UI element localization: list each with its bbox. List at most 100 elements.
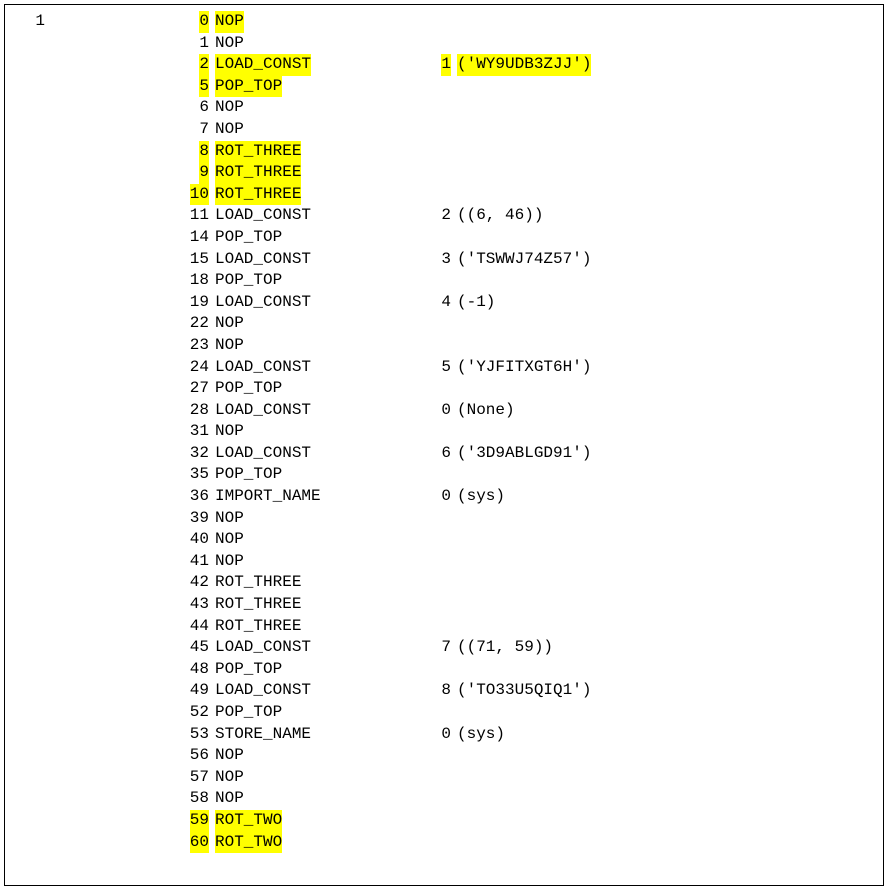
bytecode-row: 58NOP — [15, 788, 873, 810]
bytecode-arg-value: ('3D9ABLGD91') — [457, 443, 873, 465]
bytecode-arg-value — [457, 33, 873, 55]
source-line-number — [15, 184, 45, 206]
bytecode-arg-index — [415, 335, 457, 357]
bytecode-opcode: LOAD_CONST — [215, 400, 415, 422]
bytecode-opcode: NOP — [215, 767, 415, 789]
bytecode-arg-value: ('TO33U5QIQ1') — [457, 680, 873, 702]
bytecode-arg-index — [415, 659, 457, 681]
bytecode-row: 40NOP — [15, 529, 873, 551]
source-line-number — [15, 464, 45, 486]
source-line-number — [15, 702, 45, 724]
bytecode-offset: 48 — [45, 659, 215, 681]
bytecode-row: 9ROT_THREE — [15, 162, 873, 184]
bytecode-offset: 11 — [45, 205, 215, 227]
bytecode-arg-value — [457, 572, 873, 594]
bytecode-arg-value — [457, 421, 873, 443]
bytecode-opcode: ROT_THREE — [215, 616, 415, 638]
bytecode-opcode: ROT_THREE — [215, 184, 415, 206]
bytecode-arg-value: (None) — [457, 400, 873, 422]
bytecode-row: 19LOAD_CONST4(-1) — [15, 292, 873, 314]
bytecode-offset: 2 — [45, 54, 215, 76]
bytecode-row: 27POP_TOP — [15, 378, 873, 400]
bytecode-opcode: NOP — [215, 508, 415, 530]
bytecode-arg-index — [415, 33, 457, 55]
bytecode-offset: 39 — [45, 508, 215, 530]
bytecode-offset: 18 — [45, 270, 215, 292]
bytecode-offset: 32 — [45, 443, 215, 465]
bytecode-opcode: POP_TOP — [215, 464, 415, 486]
bytecode-arg-index: 7 — [415, 637, 457, 659]
source-line-number — [15, 767, 45, 789]
bytecode-opcode: IMPORT_NAME — [215, 486, 415, 508]
bytecode-row: 15LOAD_CONST3('TSWWJ74Z57') — [15, 249, 873, 271]
bytecode-arg-index — [415, 313, 457, 335]
bytecode-opcode: NOP — [215, 335, 415, 357]
source-line-number — [15, 832, 45, 854]
bytecode-arg-index — [415, 184, 457, 206]
bytecode-row: 2LOAD_CONST1('WY9UDB3ZJJ') — [15, 54, 873, 76]
bytecode-row: 28LOAD_CONST0(None) — [15, 400, 873, 422]
bytecode-arg-index — [415, 97, 457, 119]
bytecode-offset: 9 — [45, 162, 215, 184]
bytecode-offset: 23 — [45, 335, 215, 357]
source-line-number — [15, 400, 45, 422]
source-line-number — [15, 141, 45, 163]
bytecode-row: 11LOAD_CONST2((6, 46)) — [15, 205, 873, 227]
bytecode-arg-value — [457, 335, 873, 357]
bytecode-opcode: LOAD_CONST — [215, 205, 415, 227]
bytecode-arg-index — [415, 702, 457, 724]
bytecode-arg-index — [415, 11, 457, 33]
bytecode-offset: 41 — [45, 551, 215, 573]
bytecode-arg-value: ((6, 46)) — [457, 205, 873, 227]
bytecode-opcode: ROT_THREE — [215, 162, 415, 184]
bytecode-arg-value — [457, 788, 873, 810]
bytecode-arg-index: 0 — [415, 724, 457, 746]
bytecode-opcode: POP_TOP — [215, 76, 415, 98]
bytecode-offset: 10 — [45, 184, 215, 206]
bytecode-row: 56NOP — [15, 745, 873, 767]
bytecode-offset: 14 — [45, 227, 215, 249]
bytecode-opcode: ROT_THREE — [215, 141, 415, 163]
bytecode-arg-value — [457, 270, 873, 292]
bytecode-arg-value — [457, 76, 873, 98]
bytecode-listing: 10NOP1NOP2LOAD_CONST1('WY9UDB3ZJJ')5POP_… — [4, 4, 884, 886]
source-line-number — [15, 54, 45, 76]
bytecode-arg-value — [457, 227, 873, 249]
bytecode-arg-index — [415, 270, 457, 292]
source-line-number — [15, 76, 45, 98]
bytecode-arg-index: 5 — [415, 357, 457, 379]
bytecode-arg-value — [457, 141, 873, 163]
bytecode-opcode: ROT_THREE — [215, 594, 415, 616]
source-line-number — [15, 508, 45, 530]
bytecode-arg-value — [457, 551, 873, 573]
bytecode-opcode: LOAD_CONST — [215, 249, 415, 271]
bytecode-arg-index: 4 — [415, 292, 457, 314]
bytecode-arg-value — [457, 594, 873, 616]
bytecode-row: 14POP_TOP — [15, 227, 873, 249]
bytecode-row: 23NOP — [15, 335, 873, 357]
bytecode-arg-value: ('YJFITXGT6H') — [457, 357, 873, 379]
bytecode-arg-value — [457, 702, 873, 724]
source-line-number — [15, 313, 45, 335]
bytecode-offset: 57 — [45, 767, 215, 789]
bytecode-row: 32LOAD_CONST6('3D9ABLGD91') — [15, 443, 873, 465]
source-line-number — [15, 378, 45, 400]
bytecode-row: 31NOP — [15, 421, 873, 443]
bytecode-row: 36IMPORT_NAME0(sys) — [15, 486, 873, 508]
bytecode-arg-value: (sys) — [457, 724, 873, 746]
bytecode-opcode: NOP — [215, 119, 415, 141]
bytecode-arg-index: 3 — [415, 249, 457, 271]
bytecode-row: 48POP_TOP — [15, 659, 873, 681]
source-line-number — [15, 205, 45, 227]
bytecode-offset: 8 — [45, 141, 215, 163]
source-line-number — [15, 97, 45, 119]
bytecode-arg-value — [457, 810, 873, 832]
source-line-number — [15, 594, 45, 616]
bytecode-row: 5POP_TOP — [15, 76, 873, 98]
bytecode-rows: 10NOP1NOP2LOAD_CONST1('WY9UDB3ZJJ')5POP_… — [15, 11, 873, 853]
bytecode-arg-value — [457, 616, 873, 638]
bytecode-row: 1NOP — [15, 33, 873, 55]
bytecode-offset: 53 — [45, 724, 215, 746]
bytecode-arg-value: (-1) — [457, 292, 873, 314]
bytecode-opcode: NOP — [215, 551, 415, 573]
